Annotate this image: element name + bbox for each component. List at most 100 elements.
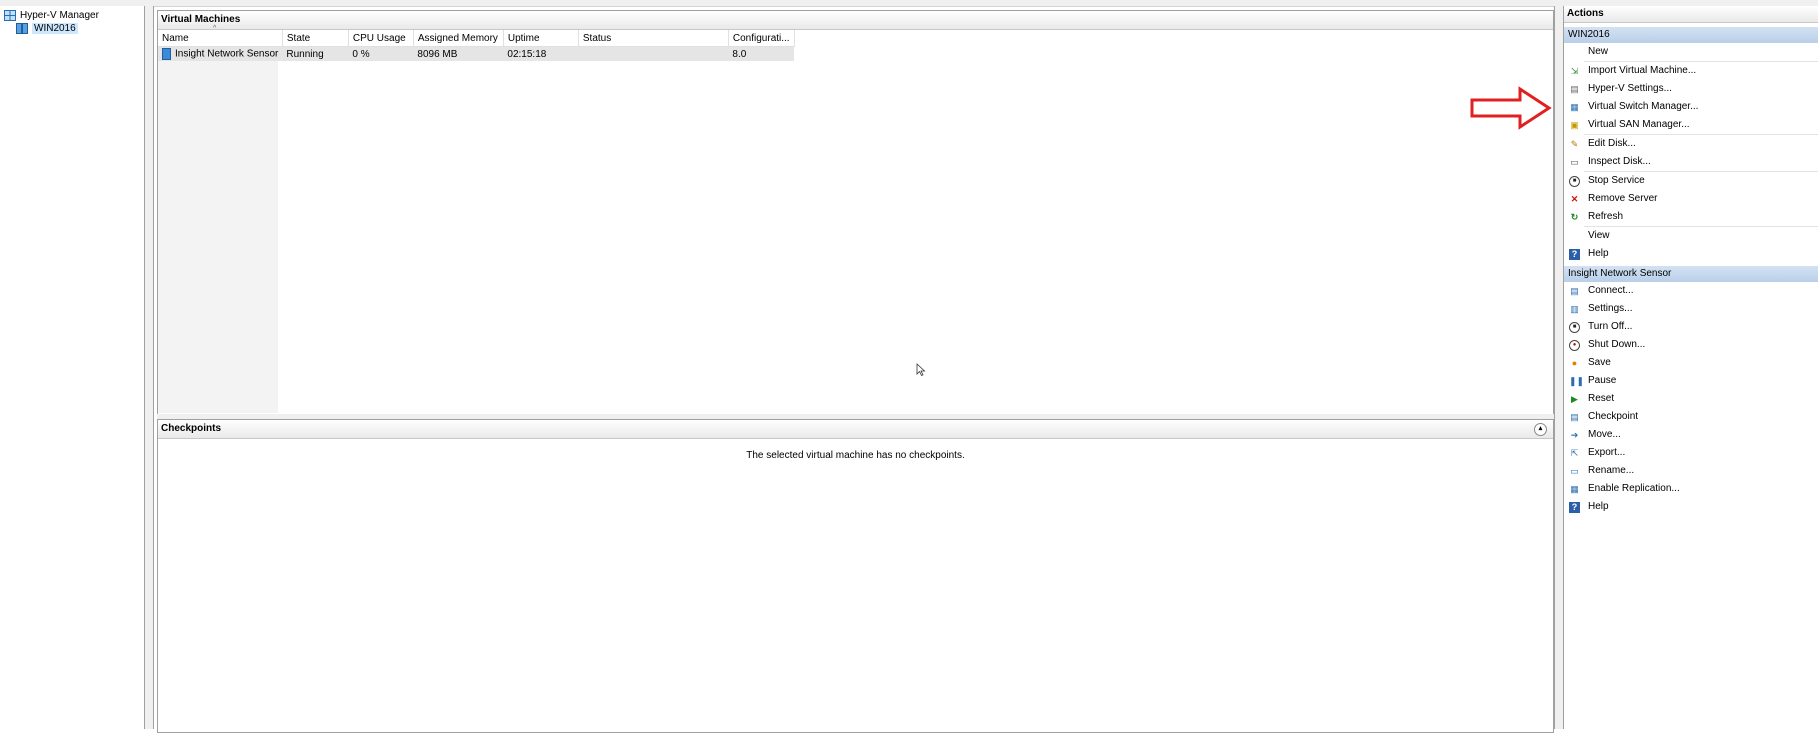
tree-server-label: WIN2016	[32, 23, 78, 34]
vm-icon	[162, 48, 171, 60]
server-action-import-virtual-machine[interactable]: ⇲ Import Virtual Machine...	[1564, 62, 1818, 80]
col-header-config[interactable]: Configurati...	[728, 30, 795, 47]
collapse-icon[interactable]: ▴	[1534, 423, 1547, 436]
vm-action-settings[interactable]: ▥ Settings...	[1564, 300, 1818, 318]
col-header-cpu[interactable]: CPU Usage	[348, 30, 414, 47]
inspect-disk-icon: ▭	[1570, 157, 1579, 167]
center-left-border	[153, 6, 154, 729]
export-icon: ⇱	[1570, 448, 1579, 458]
action-label: Stop Service	[1588, 175, 1645, 186]
action-label: Save	[1588, 357, 1611, 368]
vm-action-shut-down[interactable]: ● Shut Down...	[1564, 336, 1818, 354]
import-icon: ⇲	[1570, 66, 1579, 76]
vm-action-enable-replication[interactable]: ▦ Enable Replication...	[1564, 480, 1818, 498]
action-label: Export...	[1588, 447, 1626, 458]
vm-actions-list: ▤ Connect... ▥ Settings... ■ Turn Off... ● Shut…	[1564, 282, 1818, 516]
vm-config-cell: 8.0	[732, 48, 747, 60]
action-label: Import Virtual Machine...	[1588, 65, 1697, 76]
name-column-background	[158, 47, 278, 413]
vm-action-reset[interactable]: ▶ Reset	[1564, 390, 1818, 408]
vm-action-export[interactable]: ⇱ Export...	[1564, 444, 1818, 462]
stop-icon: ■	[1569, 176, 1580, 187]
action-label: Refresh	[1588, 211, 1624, 222]
server-action-inspect-disk[interactable]: ▭ Inspect Disk...	[1564, 153, 1818, 171]
right-splitter[interactable]	[1555, 6, 1563, 729]
server-action-refresh[interactable]: ↻ Refresh	[1564, 208, 1818, 226]
annotation-arrow-icon	[1470, 86, 1552, 130]
pause-icon: ❚❚	[1569, 376, 1585, 386]
switch-icon: ▦	[1570, 102, 1579, 112]
action-label: Connect...	[1588, 285, 1634, 296]
col-header-state[interactable]: State	[282, 30, 349, 47]
move-icon: ➔	[1570, 430, 1579, 440]
vm-name-cell: Insight Network Sensor	[158, 47, 282, 62]
action-label: Virtual Switch Manager...	[1588, 101, 1699, 112]
turn-off-icon: ■	[1569, 322, 1580, 333]
server-action-virtual-san-manager[interactable]: ▣ Virtual SAN Manager...	[1564, 116, 1818, 134]
vm-action-pause[interactable]: ❚❚ Pause	[1564, 372, 1818, 390]
action-label: Checkpoint	[1588, 411, 1639, 422]
action-label: Hyper-V Settings...	[1588, 83, 1672, 94]
actions-group-server[interactable]: WIN2016	[1564, 27, 1818, 43]
server-action-edit-disk[interactable]: ✎ Edit Disk...	[1564, 135, 1818, 153]
col-header-memory[interactable]: Assigned Memory	[413, 30, 504, 47]
action-label: Pause	[1588, 375, 1617, 386]
vm-row[interactable]: Insight Network Sensor Running 0 % 8096 …	[158, 46, 795, 62]
settings-icon: ▥	[1570, 304, 1579, 314]
san-icon: ▣	[1570, 120, 1579, 130]
help-icon: ?	[1569, 502, 1580, 513]
action-label: Inspect Disk...	[1588, 156, 1651, 167]
tree-root-label: Hyper-V Manager	[20, 10, 99, 21]
no-checkpoints-message: The selected virtual machine has no chec…	[746, 450, 965, 461]
server-action-new[interactable]: New	[1564, 43, 1818, 61]
vm-action-turn-off[interactable]: ■ Turn Off...	[1564, 318, 1818, 336]
col-header-uptime[interactable]: Uptime	[503, 30, 579, 47]
server-action-remove-server[interactable]: ✕ Remove Server	[1564, 190, 1818, 208]
col-header-name[interactable]: Name ^	[158, 25, 283, 47]
rename-icon: ▭	[1570, 466, 1579, 476]
top-bar	[0, 0, 1818, 7]
checkpoints-title: Checkpoints	[161, 423, 222, 434]
actions-pane: Actions WIN2016 New ⇲ Import Virtual Machi…	[1563, 6, 1818, 729]
remove-icon: ✕	[1570, 194, 1579, 204]
vm-state-cell: Running	[286, 48, 324, 60]
action-label: Help	[1588, 248, 1609, 259]
mouse-cursor-icon	[916, 363, 926, 377]
vm-action-move[interactable]: ➔ Move...	[1564, 426, 1818, 444]
vm-status-cell	[578, 47, 728, 62]
tree-item-server[interactable]: WIN2016	[16, 22, 78, 35]
vm-action-connect[interactable]: ▤ Connect...	[1564, 282, 1818, 300]
server-action-hyper-v-settings[interactable]: ▤ Hyper-V Settings...	[1564, 80, 1818, 98]
col-header-status[interactable]: Status	[578, 30, 729, 47]
server-action-help[interactable]: ? Help	[1564, 245, 1818, 263]
action-label: Enable Replication...	[1588, 483, 1680, 494]
vm-action-save[interactable]: ● Save	[1564, 354, 1818, 372]
server-actions-list: New ⇲ Import Virtual Machine... ▤ Hyper-V Se…	[1564, 43, 1818, 263]
vm-action-rename[interactable]: ▭ Rename...	[1564, 462, 1818, 480]
checkpoints-pane: Checkpoints ▴ The selected virtual machi…	[157, 419, 1554, 733]
sort-ascending-icon: ^	[213, 25, 217, 32]
connect-icon: ▤	[1570, 286, 1579, 296]
server-action-virtual-switch-manager[interactable]: ▦ Virtual Switch Manager...	[1564, 98, 1818, 116]
vm-memory-cell: 8096 MB	[417, 48, 458, 60]
hyperv-manager-icon	[4, 9, 16, 21]
server-icon	[16, 22, 28, 34]
help-icon: ?	[1569, 249, 1580, 260]
refresh-icon: ↻	[1570, 212, 1579, 222]
vm-uptime-cell: 02:15:18	[507, 48, 547, 60]
vm-action-help[interactable]: ? Help	[1564, 498, 1818, 516]
actions-title: Actions	[1564, 6, 1818, 23]
reset-icon: ▶	[1571, 394, 1578, 404]
vm-cpu-cell: 0 %	[352, 48, 370, 60]
server-action-view[interactable]: View	[1564, 227, 1818, 245]
action-label: Move...	[1588, 429, 1621, 440]
tree-item-hyperv-manager[interactable]: Hyper-V Manager	[4, 9, 99, 22]
vm-action-checkpoint[interactable]: ▤ Checkpoint	[1564, 408, 1818, 426]
left-splitter[interactable]	[145, 6, 153, 729]
virtual-machines-pane: Virtual Machines Name ^ State CPU Usage A…	[157, 10, 1554, 415]
actions-group-vm[interactable]: Insight Network Sensor	[1564, 266, 1818, 282]
server-action-stop-service[interactable]: ■ Stop Service	[1564, 172, 1818, 190]
action-label: View	[1588, 230, 1610, 241]
action-label: Turn Off...	[1588, 321, 1633, 332]
virtual-machines-title: Virtual Machines	[158, 11, 1553, 30]
